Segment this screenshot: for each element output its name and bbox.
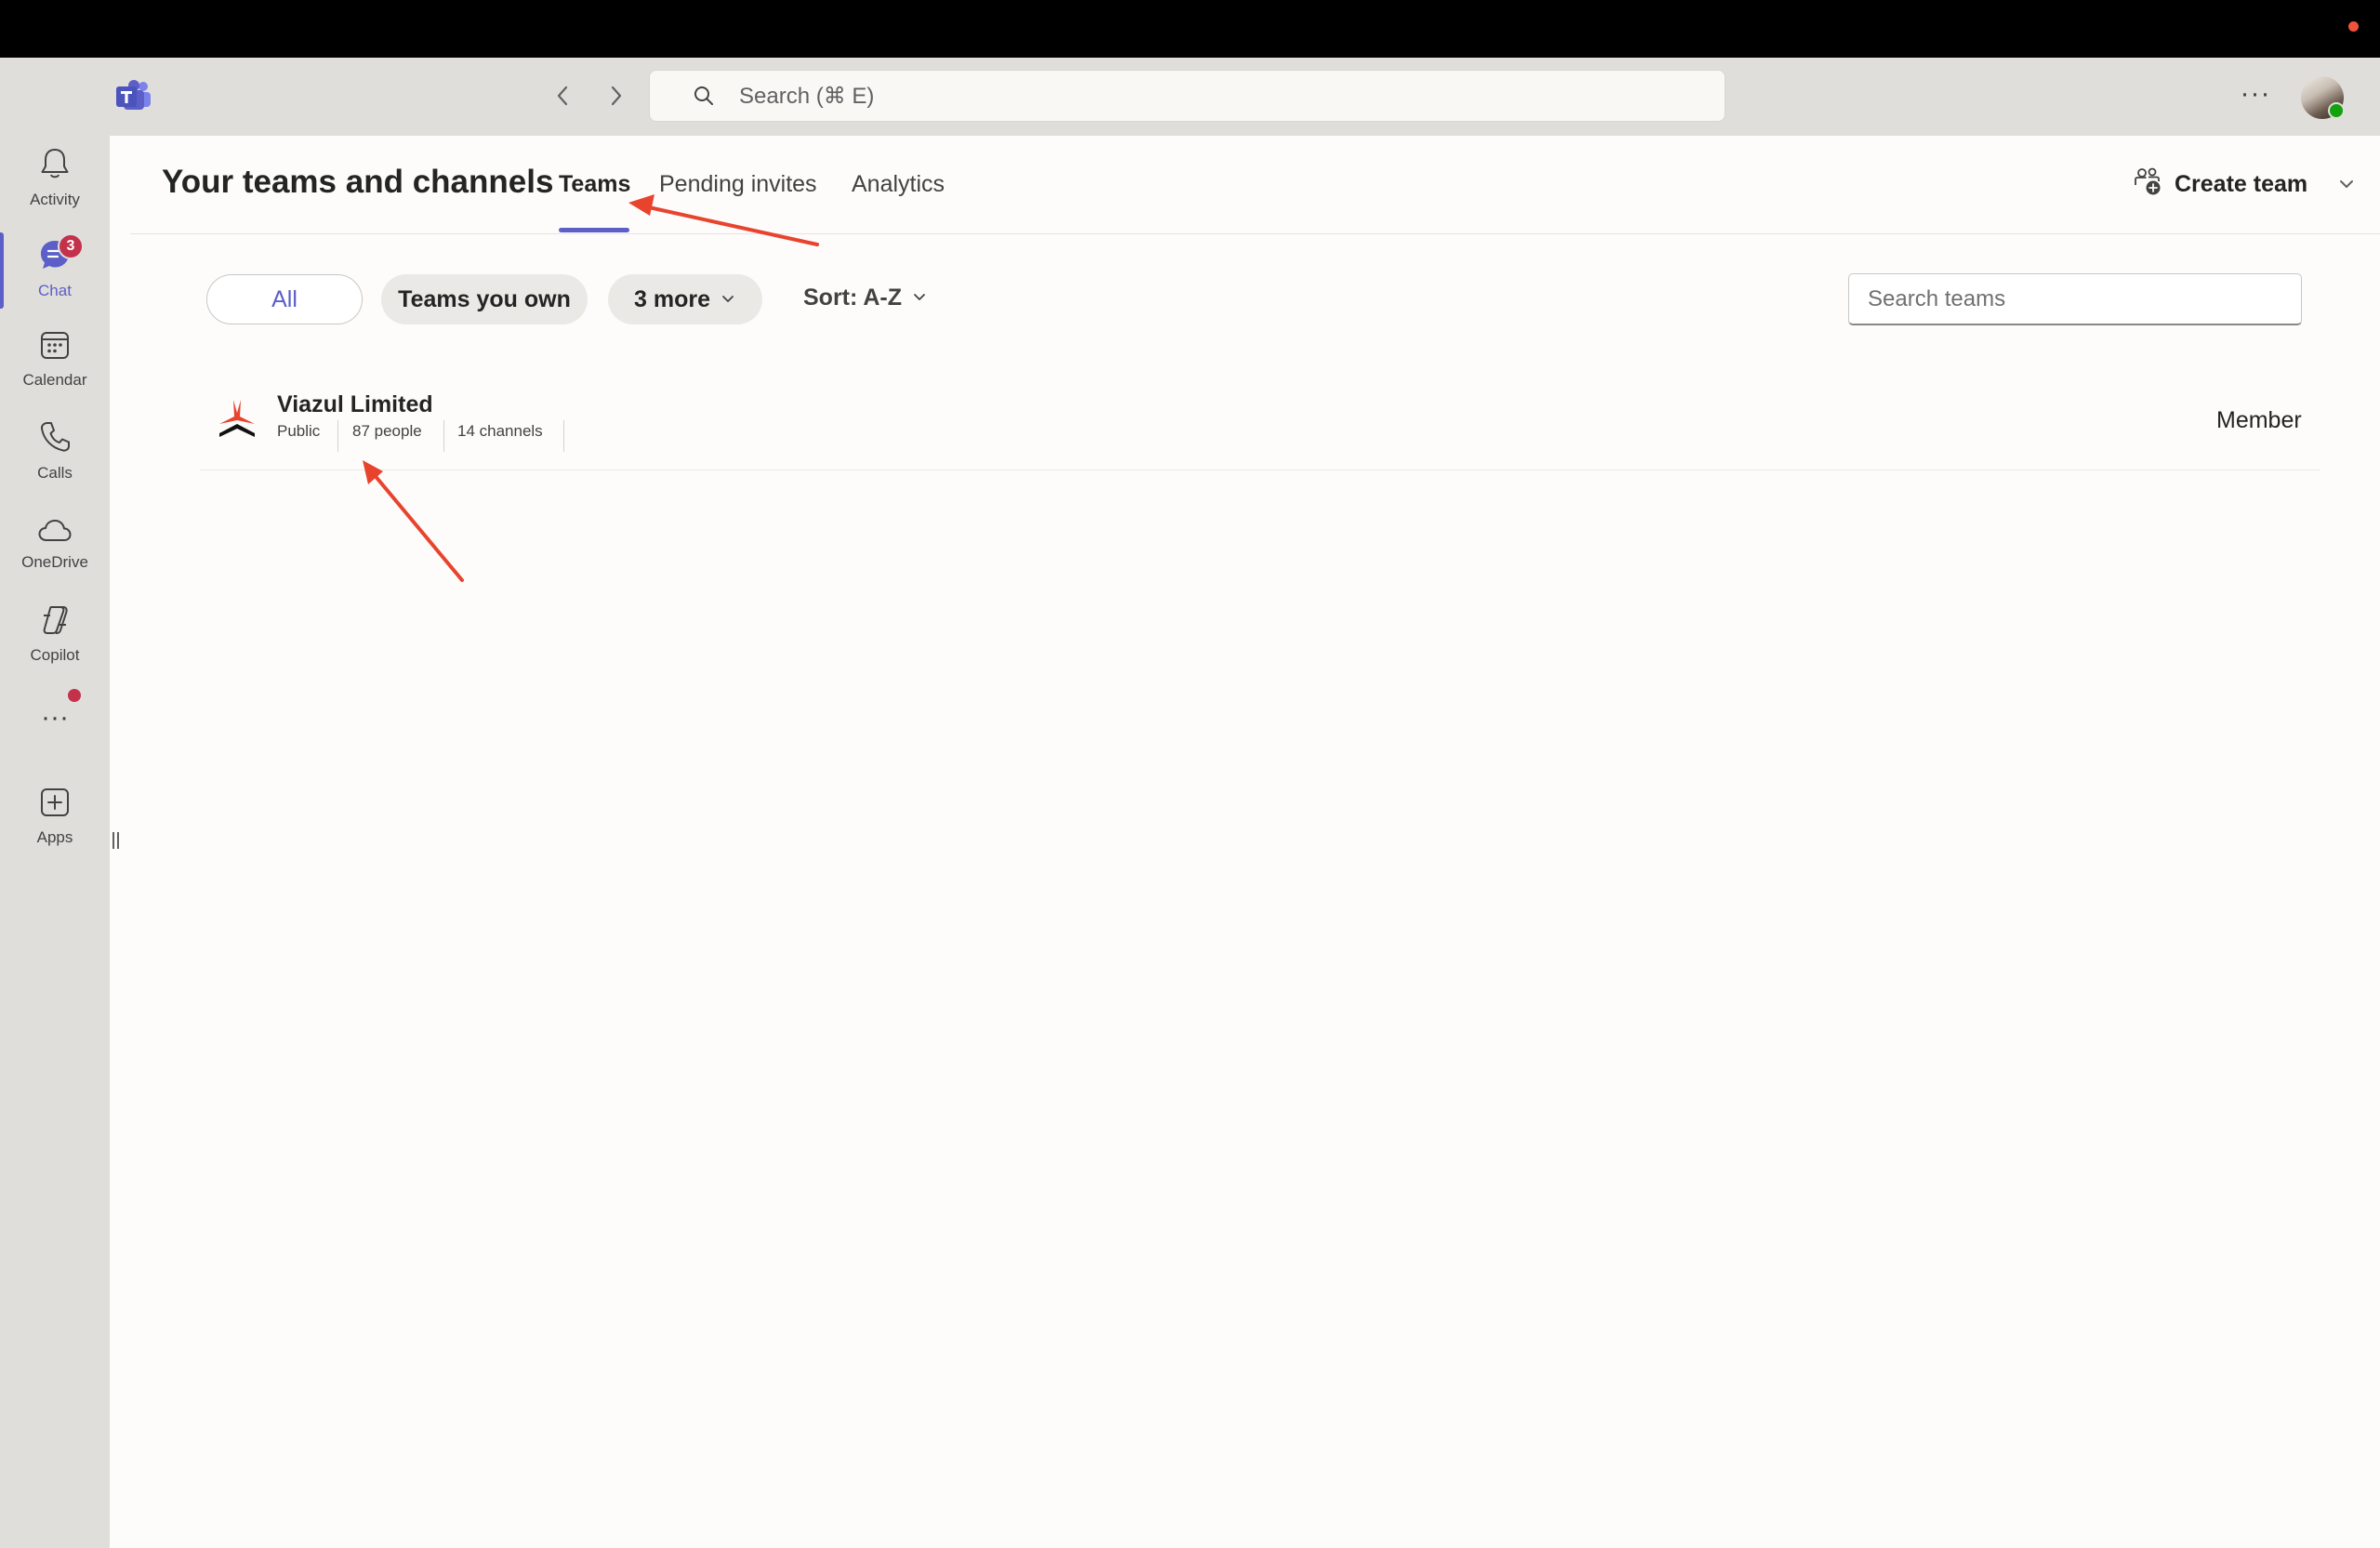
copilot-icon [38, 604, 72, 641]
meta-divider [563, 420, 564, 452]
filter-teams-you-own-button[interactable]: Teams you own [381, 274, 588, 324]
people-add-icon [2134, 166, 2163, 203]
active-tab-indicator [559, 228, 629, 232]
tab-analytics[interactable]: Analytics [852, 171, 945, 198]
cloud-icon [37, 517, 73, 548]
recording-indicator [2348, 21, 2359, 32]
team-logo-icon [216, 396, 258, 439]
team-people-count[interactable]: 87 people [352, 422, 422, 441]
filter-all-button[interactable]: All [206, 274, 363, 324]
calendar-icon [39, 329, 71, 365]
page-title: Your teams and channels [162, 164, 554, 200]
search-icon [693, 85, 715, 107]
rail-item-label: Calls [37, 464, 73, 482]
back-arrow-icon[interactable] [549, 82, 576, 110]
filter-more-label: 3 more [634, 285, 710, 312]
chevron-down-icon [911, 284, 928, 311]
team-visibility: Public [277, 422, 321, 440]
forward-arrow-icon[interactable] [602, 82, 630, 110]
chevron-down-icon[interactable] [2335, 173, 2358, 200]
bell-icon [39, 147, 71, 185]
team-role: Member [2216, 407, 2302, 433]
teams-logo-icon [116, 80, 152, 112]
rail-item-copilot[interactable]: Copilot [0, 604, 110, 690]
tab-pending-invites[interactable]: Pending invites [659, 171, 817, 198]
rail-item-apps[interactable]: Apps [0, 787, 110, 872]
team-name[interactable]: Viazul Limited [277, 391, 433, 418]
meta-divider [337, 420, 338, 452]
rail-item-chat[interactable]: Chat [0, 238, 110, 324]
pane-resize-handle[interactable] [112, 832, 124, 853]
global-search-input[interactable]: Search (⌘ E) [649, 70, 1726, 122]
rail-item-onedrive[interactable]: OneDrive [0, 517, 110, 602]
rail-item-label: Calendar [22, 371, 87, 389]
chevron-down-icon [720, 286, 736, 313]
phone-icon [39, 420, 71, 458]
presence-available-icon [2328, 102, 2345, 119]
more-apps-notification-dot [68, 689, 81, 702]
filter-more-dropdown[interactable]: 3 more [608, 274, 762, 324]
global-search-placeholder: Search (⌘ E) [739, 83, 875, 109]
team-channel-count[interactable]: 14 channels [457, 422, 543, 441]
rail-item-calls[interactable]: Calls [0, 420, 110, 506]
add-app-icon [39, 787, 71, 823]
rail-item-activity[interactable]: Activity [0, 147, 110, 232]
sort-dropdown[interactable]: Sort: A-Z [803, 284, 928, 311]
main-pane [130, 136, 2380, 1548]
create-team-label: Create team [2175, 170, 2308, 197]
meta-divider [443, 420, 444, 452]
more-options-icon[interactable]: ··· [2237, 80, 2274, 112]
tab-teams[interactable]: Teams [559, 171, 630, 198]
more-apps-icon[interactable]: ··· [33, 704, 76, 736]
chat-unread-badge: 3 [58, 233, 84, 259]
create-team-button[interactable]: Create team [2134, 167, 2307, 201]
header-divider [130, 233, 2380, 234]
rail-item-label: Chat [38, 282, 72, 299]
rail-item-label: Copilot [30, 646, 80, 664]
system-top-bar [0, 0, 2380, 58]
rail-item-label: OneDrive [21, 553, 88, 571]
rail-item-calendar[interactable]: Calendar [0, 329, 110, 415]
rail-item-label: Apps [36, 828, 73, 846]
sort-label: Sort: A-Z [803, 284, 902, 311]
search-teams-input[interactable] [1848, 273, 2302, 325]
rail-item-label: Activity [30, 191, 80, 208]
